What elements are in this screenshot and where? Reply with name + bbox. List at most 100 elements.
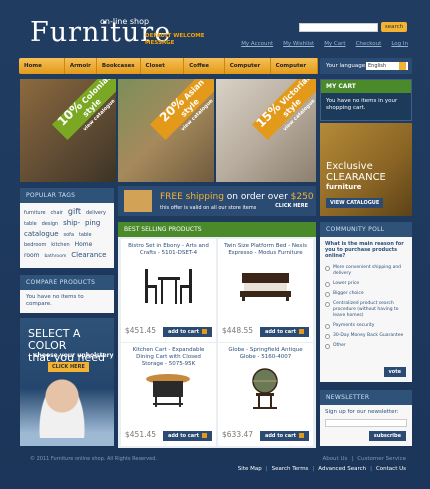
product-name[interactable]: Bistro Set in Ebony - Arts and Crafts - … (125, 243, 212, 257)
nav-item-computer-carts[interactable]: Computer Carts (225, 58, 271, 85)
tag-link[interactable]: room (24, 252, 40, 259)
search-input[interactable] (299, 23, 378, 32)
nav-item-closet-storage[interactable]: Closet Storage (141, 58, 185, 85)
radio-icon[interactable] (325, 324, 330, 329)
tag-link[interactable]: catalogue (24, 230, 59, 238)
tag-link[interactable]: ship- (63, 219, 80, 227)
poll-option-label: Centralized product search procedure (wi… (333, 301, 399, 318)
vote-button[interactable]: vote (383, 367, 406, 377)
site-map-link[interactable]: Site Map (238, 466, 262, 472)
banner-victorian[interactable]: 15% Victorian style view catalogue (216, 79, 316, 182)
search-button[interactable]: search (381, 22, 407, 32)
bistro-set-image[interactable] (141, 261, 196, 311)
poll-option[interactable]: Bigger choice (320, 289, 412, 299)
tag-link[interactable]: furniture (24, 210, 46, 216)
poll-option[interactable]: Other (320, 341, 412, 351)
poll-option[interactable]: 30-Day Money Back Guarantee (320, 331, 412, 341)
click-here-button[interactable]: CLICK HERE (48, 362, 89, 372)
banner-colonial[interactable]: 10% Colonial style view catalogue (20, 79, 116, 182)
login-link[interactable]: Log In (391, 41, 408, 47)
tag-link[interactable]: table (24, 221, 37, 227)
banner-asian[interactable]: 20% Asian style view catalogue (118, 79, 214, 182)
tag-link[interactable]: gift (68, 207, 81, 216)
platform-bed-image[interactable] (238, 261, 293, 311)
shipping-click-here[interactable]: CLICK HERE (275, 203, 308, 209)
product-price: $451.45 (125, 326, 157, 335)
globe-image[interactable] (238, 365, 293, 415)
customer-service-link[interactable]: Customer Service (357, 456, 406, 462)
poll-question: What is the main reason for you to purch… (325, 241, 404, 259)
product-price: $633.47 (222, 430, 254, 439)
kitchen-cart-image[interactable] (141, 365, 196, 415)
tag-link[interactable]: bedroom (24, 242, 46, 248)
clearance-banner[interactable]: Exclusive CLEARANCE furniture VIEW CATAL… (320, 123, 412, 216)
poll-option-label: Payments security (333, 323, 375, 328)
banner-percent: 10% (54, 98, 86, 129)
select-color-promo[interactable]: SELECT A COLOR that you need choose your… (20, 318, 114, 446)
search-terms-link[interactable]: Search Terms (272, 466, 309, 472)
cart-title: MY CART (321, 80, 411, 93)
poll-option[interactable]: Centralized product search procedure (wi… (320, 299, 412, 321)
add-to-cart-button[interactable]: add to cart (259, 431, 309, 441)
my-account-link[interactable]: My Account (241, 41, 273, 47)
poll-option[interactable]: More convenient shipping and delivery (320, 263, 412, 279)
product-card: Globe - Springfield Antique Globe - 5160… (218, 343, 313, 446)
nav-item-coffee-tables[interactable]: Coffee Tables (184, 58, 225, 85)
my-cart-link[interactable]: My Cart (324, 41, 345, 47)
poll-option[interactable]: Lower price (320, 279, 412, 289)
nav-item-home-furniture[interactable]: Home Furniture (19, 58, 65, 85)
checkout-link[interactable]: Checkout (356, 41, 382, 47)
cart-empty-text: You have no items in your shopping cart. (326, 98, 398, 111)
clearance-line1: Exclusive (326, 161, 373, 172)
compare-empty-text: You have no items to compare. (26, 294, 84, 307)
shipping-heading: FREE shipping on order over $250 (160, 192, 314, 202)
radio-icon[interactable] (325, 302, 330, 307)
contact-us-link[interactable]: Contact Us (376, 466, 406, 472)
poll-option[interactable]: Payments security (320, 321, 412, 331)
add-to-cart-button[interactable]: add to cart (162, 327, 212, 337)
add-to-cart-button[interactable]: add to cart (259, 327, 309, 337)
footer-links-bottom: Site Map | Search Terms | Advanced Searc… (238, 466, 406, 472)
view-catalogue-button[interactable]: VIEW CATALOGUE (326, 198, 384, 208)
tag-link[interactable]: Home (75, 241, 93, 248)
advanced-search-link[interactable]: Advanced Search (318, 466, 366, 472)
chevron-down-icon[interactable] (399, 62, 406, 70)
tag-link[interactable]: kitchen (51, 242, 69, 248)
banner-ribbon: 20% Asian style view catalogue (149, 79, 214, 141)
newsletter-label: Sign up for our newsletter: (325, 409, 399, 415)
radio-icon[interactable] (325, 344, 330, 349)
language-bar: Your language: English (320, 58, 412, 74)
separator: | (370, 466, 372, 472)
radio-icon[interactable] (325, 334, 330, 339)
tag-link[interactable]: bathroom (44, 254, 66, 259)
best-selling-box: BEST SELLING PRODUCTS Bistro Set in Ebon… (118, 222, 316, 448)
language-select[interactable]: English (366, 62, 408, 70)
tag-link[interactable]: table (79, 232, 92, 238)
tag-link[interactable]: chair (51, 210, 63, 216)
about-us-link[interactable]: About Us (322, 456, 347, 462)
nav-item-computer-desks[interactable]: Computer Desks (271, 58, 318, 85)
my-wishlist-link[interactable]: My Wishlist (283, 41, 314, 47)
free-shipping-banner[interactable]: FREE shipping on order over $250 this of… (118, 186, 316, 216)
tag-link[interactable]: ping (85, 219, 100, 227)
tag-link[interactable]: Clearance (71, 251, 106, 259)
product-name[interactable]: Globe - Springfield Antique Globe - 5160… (222, 347, 309, 361)
product-price: $451.45 (125, 430, 157, 439)
newsletter-email-input[interactable] (325, 419, 407, 427)
tag-link[interactable]: delivery (86, 210, 106, 216)
shipping-order: on order over (226, 192, 288, 202)
tag-link[interactable]: design (42, 221, 59, 227)
nav-item-bookcases[interactable]: Bookcases (97, 58, 141, 74)
radio-icon[interactable] (325, 282, 330, 287)
radio-icon[interactable] (325, 266, 330, 271)
tag-link[interactable]: sofa (64, 232, 75, 238)
add-to-cart-button[interactable]: add to cart (162, 431, 212, 441)
nav-item-armoir[interactable]: Armoir (65, 58, 97, 74)
language-value: English (368, 63, 387, 69)
radio-icon[interactable] (325, 292, 330, 297)
subscribe-button[interactable]: subscribe (368, 431, 406, 441)
product-card: Bistro Set in Ebony - Arts and Crafts - … (121, 239, 216, 342)
product-name[interactable]: Twin Size Platform Bed - Nexis Espresso … (222, 243, 309, 257)
shipping-amount: $250 (290, 192, 314, 202)
popular-tags-box: POPULAR TAGS furniture chair gift delive… (20, 188, 114, 268)
